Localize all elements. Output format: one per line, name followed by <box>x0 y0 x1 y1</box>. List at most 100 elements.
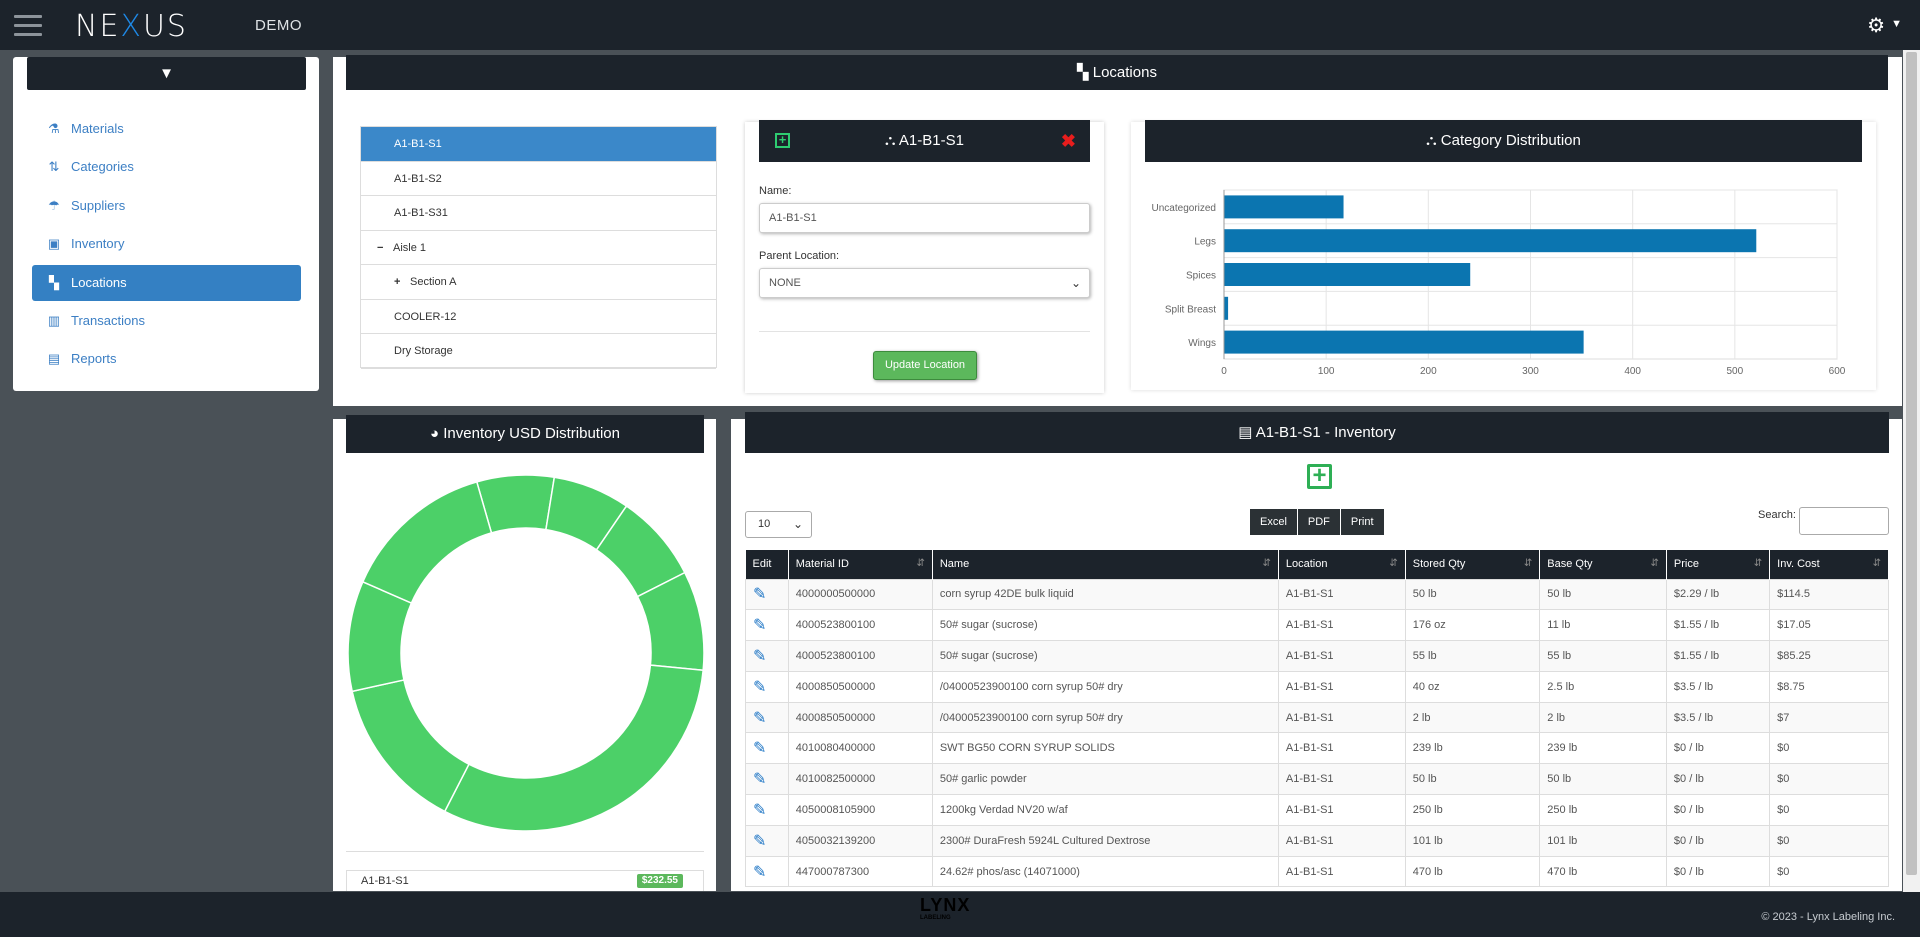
edit-cell: ✎ <box>745 701 789 734</box>
table-cell: 470 lb <box>1539 855 1667 888</box>
tree-item[interactable]: − Aisle 1 <box>361 231 716 265</box>
scrollbar-thumb[interactable] <box>1906 52 1917 875</box>
column-header[interactable]: Price ⇵ <box>1666 550 1771 579</box>
donut-segment[interactable] <box>351 679 470 813</box>
edit-cell: ✎ <box>745 763 789 796</box>
cell-value: $0 / lb <box>1673 803 1704 816</box>
excel-button[interactable]: Excel <box>1250 509 1297 535</box>
column-header[interactable]: Edit <box>745 550 789 579</box>
column-header[interactable]: Base Qty ⇵ <box>1539 550 1667 579</box>
bar[interactable] <box>1224 229 1757 253</box>
category-header: ⛬ Category Distribution <box>1145 120 1862 162</box>
tree-item-label: A1-B1-S2 <box>394 172 442 185</box>
edit-user-icon[interactable]: ✎ <box>753 679 766 696</box>
cell-value: 40 oz <box>1412 680 1440 693</box>
table-cell: 4000850500000 <box>787 701 933 734</box>
sidebar-item-suppliers[interactable]: ☂ Suppliers <box>32 188 301 224</box>
edit-user-icon[interactable]: ✎ <box>753 710 766 727</box>
tree-item[interactable]: A1-B1-S2 <box>361 162 716 196</box>
add-icon[interactable]: + <box>775 133 790 148</box>
edit-user-icon[interactable]: ✎ <box>753 617 766 634</box>
column-header-label: Edit <box>752 558 772 571</box>
sort-icon[interactable]: ⇵ <box>1524 558 1532 569</box>
bar[interactable] <box>1224 330 1584 354</box>
donut-segment[interactable] <box>361 481 493 605</box>
cell-value: $1.55 / lb <box>1673 619 1720 632</box>
table-cell: $85.25 <box>1769 640 1889 672</box>
edit-user-icon[interactable]: ✎ <box>753 833 766 850</box>
sidebar-item-categories[interactable]: ⇅ Categories <box>32 149 301 185</box>
tree-item[interactable]: A1-B1-S31 <box>361 196 716 231</box>
sidebar-item-inventory[interactable]: ▣ Inventory <box>32 226 301 262</box>
sidebar-item-locations[interactable]: ▚ Locations <box>32 264 301 301</box>
column-header[interactable]: Material ID ⇵ <box>788 550 933 579</box>
edit-user-icon[interactable]: ✎ <box>753 648 766 665</box>
bar[interactable] <box>1224 296 1229 320</box>
category-title: Category Distribution <box>1440 132 1581 149</box>
table-row: ✎ 4000523800100 50# sugar (sucrose) A1-B1-S… <box>745 609 1889 642</box>
table-row: ✎ 4000000500000 corn syrup 42DE bulk liqui… <box>745 578 1889 611</box>
edit-user-icon[interactable]: ✎ <box>753 802 766 819</box>
pdf-button[interactable]: PDF <box>1297 509 1340 535</box>
hamburger-icon[interactable] <box>14 15 42 36</box>
sidebar-item-materials[interactable]: ⚗ Materials <box>32 111 301 147</box>
gear-icon[interactable]: ⚙ <box>1867 13 1885 38</box>
cell-value: 55 lb <box>1412 649 1437 662</box>
cell-value: $8.75 <box>1777 680 1805 693</box>
sort-icon[interactable]: ⇵ <box>1651 558 1659 569</box>
cell-value: 24.62# phos/asc (14071000) <box>939 865 1080 878</box>
sort-icon[interactable]: ⇵ <box>916 558 924 569</box>
chevron-down-icon[interactable]: ▼ <box>1891 18 1902 30</box>
cell-value: $0 / lb <box>1673 773 1704 786</box>
update-location-button[interactable]: Update Location <box>873 351 977 380</box>
page-length-select[interactable]: 10 ⌄ <box>745 511 812 538</box>
edit-user-icon[interactable]: ✎ <box>753 740 766 757</box>
table-cell: 55 lb <box>1539 640 1667 672</box>
table-cell: 4010080400000 <box>787 732 933 765</box>
bar[interactable] <box>1224 263 1471 286</box>
tree-item[interactable]: Dry Storage <box>361 334 716 369</box>
donut-segment[interactable] <box>443 664 704 832</box>
collapse-icon[interactable]: − <box>377 231 393 265</box>
tree-item-label: COOLER-12 <box>394 310 457 323</box>
pie-chart-icon: ◕ <box>430 425 444 442</box>
search-input[interactable] <box>1799 507 1889 535</box>
table-cell: 4010082500000 <box>787 763 933 796</box>
sort-icon[interactable]: ⇵ <box>1754 558 1762 569</box>
cell-value: A1-B1-S1 <box>1285 649 1334 662</box>
cell-value: $0 / lb <box>1673 865 1704 878</box>
tree-item[interactable]: COOLER-12 <box>361 300 716 334</box>
top-bar: NEXUS DEMO ⚙ ▼ <box>0 0 1920 50</box>
table-cell: $0 <box>1769 763 1889 796</box>
close-icon[interactable]: ✖ <box>1061 120 1076 162</box>
name-field[interactable]: A1-B1-S1 <box>759 203 1090 233</box>
column-header[interactable]: Stored Qty ⇵ <box>1405 550 1541 579</box>
sort-icon[interactable]: ⇵ <box>1873 558 1881 569</box>
column-header[interactable]: Location ⇵ <box>1278 550 1406 579</box>
edit-user-icon[interactable]: ✎ <box>753 864 766 881</box>
tree-item[interactable]: A1-B1-S1 <box>361 127 716 162</box>
edit-user-icon[interactable]: ✎ <box>753 771 766 788</box>
column-header[interactable]: Name ⇵ <box>932 550 1279 579</box>
sidebar-item-label: Locations <box>71 274 127 290</box>
x-tick-label: 100 <box>1318 366 1335 377</box>
parent-location-select[interactable]: NONE ⌄ <box>759 268 1090 298</box>
print-button[interactable]: Print <box>1340 509 1384 535</box>
sidebar-item-reports[interactable]: ▤ Reports <box>32 341 301 377</box>
donut-legend-item[interactable]: A1-B1-S1 $232.55 <box>346 870 704 891</box>
app-logo[interactable]: NEXUS <box>75 9 188 44</box>
edit-user-icon[interactable]: ✎ <box>753 586 766 603</box>
edit-cell: ✎ <box>745 732 789 765</box>
sidebar-item-transactions[interactable]: ▥ Transactions <box>32 303 301 339</box>
add-inventory-button[interactable]: + <box>1307 464 1332 489</box>
expand-icon[interactable]: + <box>394 265 410 299</box>
filter-button[interactable]: ▼ <box>27 57 306 90</box>
bar[interactable] <box>1224 195 1344 219</box>
sort-icon[interactable]: ⇵ <box>1262 558 1270 569</box>
table-row: ✎ 4010082500000 50# garlic powder A1-B1-S1 5… <box>745 763 1889 796</box>
sort-icon[interactable]: ⇵ <box>1389 558 1397 569</box>
y-tick-label: Split Breast <box>1165 304 1216 315</box>
column-header[interactable]: Inv. Cost ⇵ <box>1769 550 1889 579</box>
sidebar-item-label: Suppliers <box>71 197 126 213</box>
tree-item[interactable]: + Section A <box>361 265 716 300</box>
